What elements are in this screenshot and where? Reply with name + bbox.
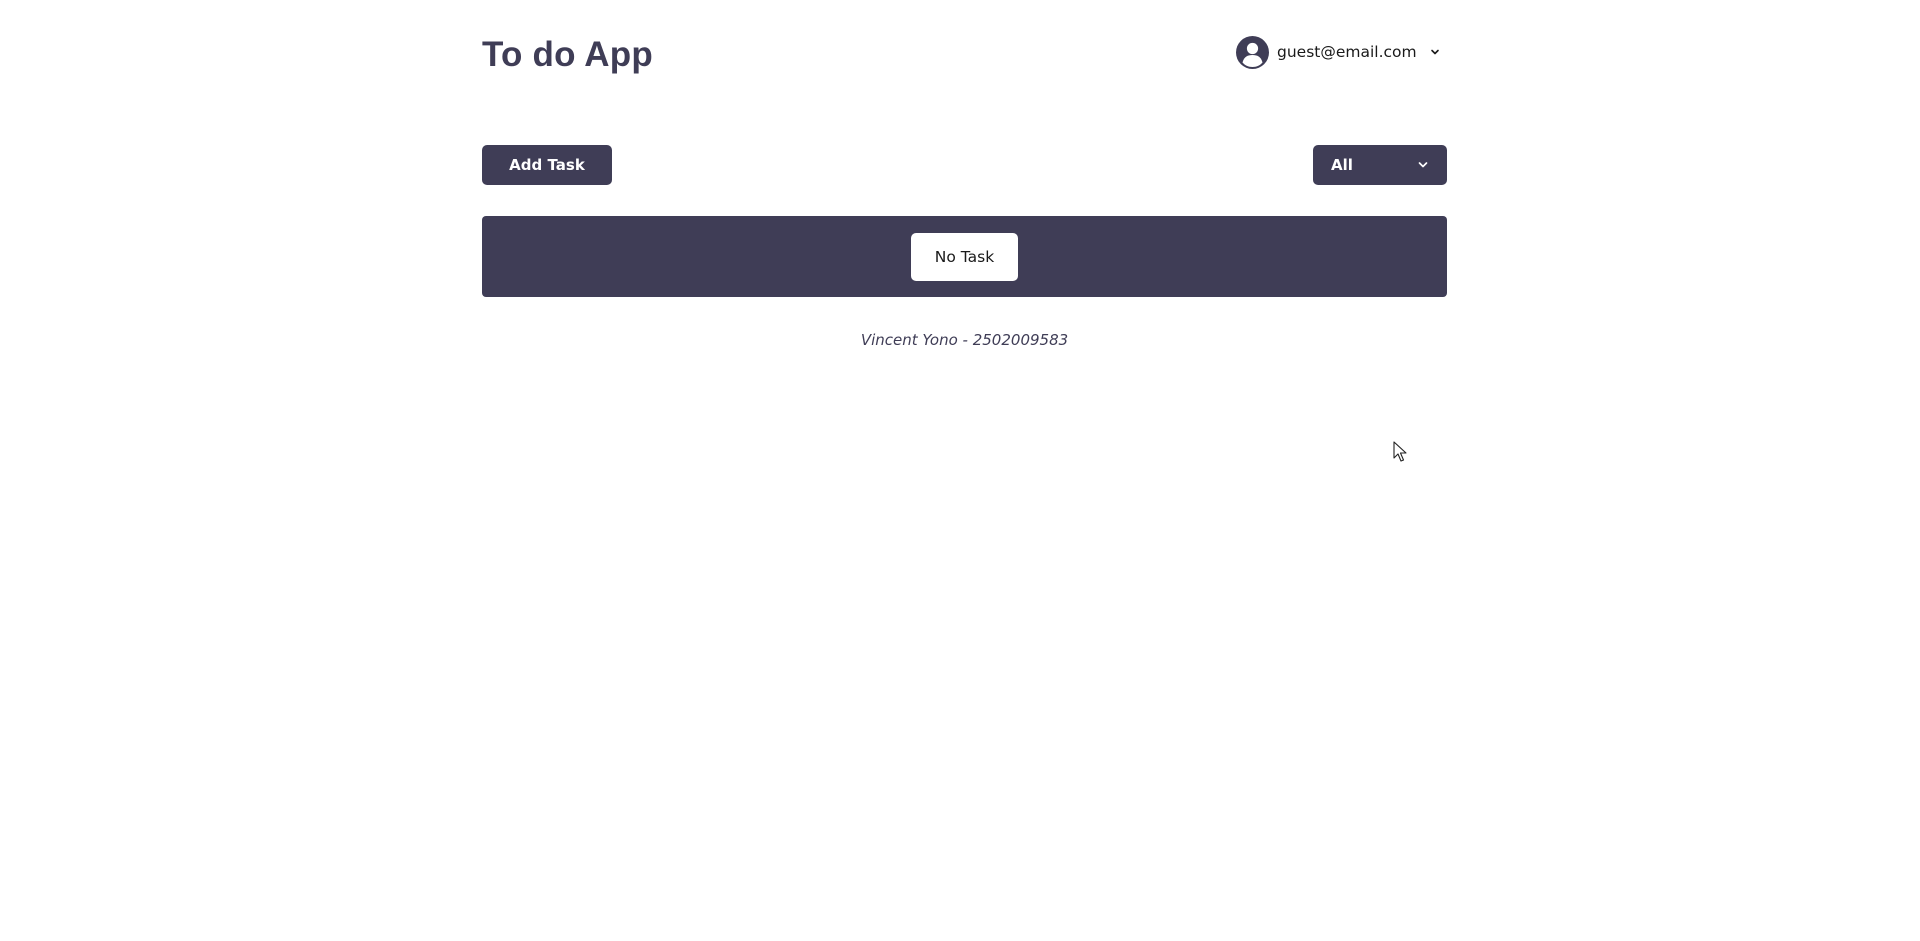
chevron-down-icon: [1417, 159, 1429, 171]
app-title: To do App: [482, 35, 653, 74]
chevron-down-icon: [1429, 46, 1441, 58]
toolbar: Add Task All: [482, 110, 1447, 216]
user-circle-icon: [1236, 35, 1269, 69]
filter-selected-value: All: [1331, 156, 1353, 174]
empty-task-badge: No Task: [911, 232, 1018, 281]
header: To do App guest@email.com: [482, 0, 1447, 110]
task-list: No Task: [482, 216, 1447, 297]
user-email: guest@email.com: [1277, 43, 1417, 61]
filter-select[interactable]: All: [1313, 145, 1447, 185]
user-menu-button[interactable]: guest@email.com: [1236, 35, 1441, 69]
footer-credit: Vincent Yono - 2502009583: [860, 331, 1069, 349]
app-container: To do App guest@email.com Add Task All N…: [482, 0, 1447, 349]
mouse-cursor-icon: [1393, 441, 1407, 463]
add-task-button[interactable]: Add Task: [482, 145, 612, 185]
